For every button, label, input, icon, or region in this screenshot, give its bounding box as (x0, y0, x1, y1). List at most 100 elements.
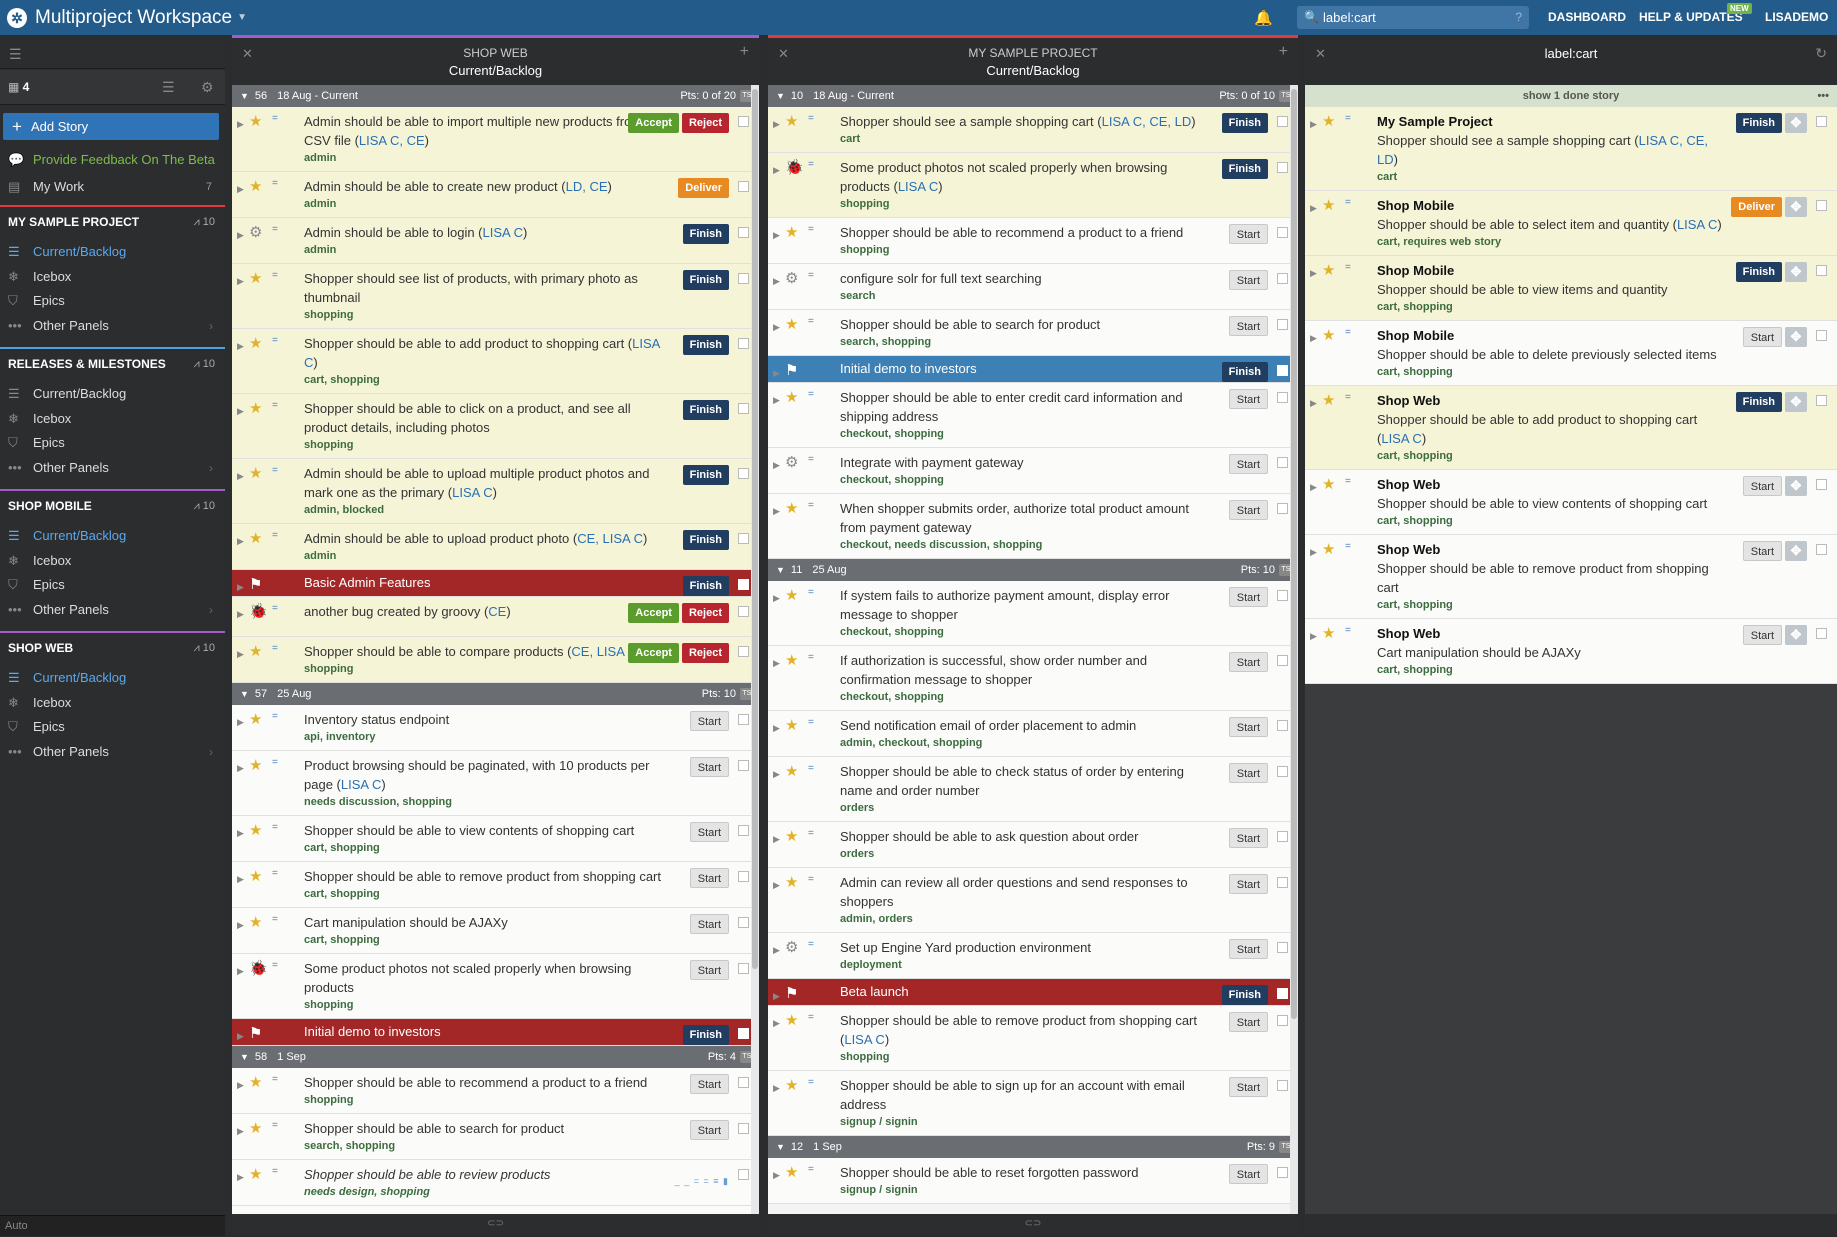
story-labels[interactable]: checkout, shopping (840, 473, 1298, 488)
notification-bell-icon[interactable]: 🔔 (1254, 9, 1273, 27)
select-checkbox[interactable] (1277, 503, 1288, 514)
collapse-icon[interactable]: ▼ (240, 91, 249, 101)
select-checkbox[interactable] (738, 963, 749, 974)
story-labels[interactable]: orders (840, 847, 1298, 862)
search-result-story[interactable]: ▶ ★ = Shop Mobile Shopper should be able to … (1305, 191, 1837, 256)
story-labels[interactable]: checkout, shopping (840, 427, 1298, 442)
story-owners[interactable]: LISA C (1677, 217, 1717, 232)
story-labels[interactable]: checkout, needs discussion, shopping (840, 538, 1298, 553)
move-icon[interactable]: ✥ (1785, 392, 1807, 412)
sidebar-item-epics[interactable]: ⛉ Epics (0, 573, 225, 597)
reject-button[interactable]: Reject (681, 643, 729, 663)
collapse-icon[interactable]: ▼ (776, 1142, 785, 1152)
expand-icon[interactable]: ▶ (1310, 264, 1317, 283)
move-icon[interactable]: ✥ (1785, 476, 1807, 496)
select-checkbox[interactable] (1277, 365, 1288, 376)
story-labels[interactable]: cart, shopping (1377, 449, 1837, 464)
select-checkbox[interactable] (738, 533, 749, 544)
finish-button[interactable]: Finish (682, 576, 729, 596)
sidebar-item-icebox[interactable]: ❄ Icebox (0, 691, 225, 715)
story-row[interactable]: ▶ ★ = Shopper should be able to click on a … (232, 394, 759, 459)
sidebar-item-other-panels[interactable]: ••• Other Panels › (0, 598, 225, 622)
story-labels[interactable]: cart, shopping (304, 933, 759, 948)
story-row[interactable]: ▶ 🐞 = Some product photos not scaled proper… (768, 153, 1298, 218)
story-labels[interactable]: signup / signin (840, 1183, 1298, 1198)
finish-button[interactable]: Finish (1735, 392, 1782, 412)
story-owners[interactable]: LISA C (483, 225, 523, 240)
workspace-title[interactable]: Multiproject Workspace (35, 7, 232, 29)
expand-icon[interactable]: ▶ (1310, 543, 1317, 562)
move-icon[interactable]: ✥ (1785, 262, 1807, 282)
sidebar-item-current-backlog[interactable]: ☰ Current/Backlog (0, 666, 225, 690)
story-row[interactable]: ▶ ⚙ = Set up Engine Yard production environ… (768, 933, 1298, 979)
sidebar-item-other-panels[interactable]: ••• Other Panels › (0, 740, 225, 764)
story-labels[interactable]: cart, shopping (1377, 663, 1837, 678)
expand-icon[interactable]: ▶ (237, 272, 244, 291)
feedback-link[interactable]: 💬 Provide Feedback On The Beta (0, 148, 225, 172)
story-labels[interactable]: cart, shopping (1377, 598, 1837, 613)
story-row[interactable]: ▶ ★ = Shopper should be able to remove prod… (768, 1006, 1298, 1071)
story-labels[interactable]: cart (840, 132, 1298, 147)
search-result-story[interactable]: ▶ ★ = Shop Web Cart manipulation should be A… (1305, 619, 1837, 684)
story-owners[interactable]: LD, CE (566, 179, 608, 194)
story-row[interactable]: ▶ ⚙ = configure solr for full text searchin… (768, 264, 1298, 310)
expand-icon[interactable]: ▶ (773, 876, 780, 895)
expand-icon[interactable]: ▶ (773, 1014, 780, 1033)
expand-icon[interactable]: ▶ (237, 1027, 244, 1046)
expand-icon[interactable]: ▶ (773, 456, 780, 475)
sidebar-project-header[interactable]: SHOP WEB ⩘ 10 (0, 631, 225, 661)
story-owners[interactable]: CE (488, 604, 506, 619)
start-button[interactable]: Start (1228, 389, 1268, 409)
select-checkbox[interactable] (1816, 116, 1827, 127)
story-row[interactable]: ▶ ★ = Admin should be able to upload produc… (232, 524, 759, 570)
select-checkbox[interactable] (738, 403, 749, 414)
finish-button[interactable]: Finish (682, 400, 729, 420)
user-menu[interactable]: LISADEMO (1765, 10, 1828, 24)
story-row[interactable]: ▶★=New!design_ _ = = ≡ ▮ (232, 1206, 759, 1214)
expand-icon[interactable]: ▶ (773, 1166, 780, 1185)
sidebar-item-epics[interactable]: ⛉ Epics (0, 715, 225, 739)
expand-icon[interactable]: ▶ (237, 337, 244, 356)
story-labels[interactable]: admin, checkout, shopping (840, 736, 1298, 751)
select-checkbox[interactable] (1277, 655, 1288, 666)
estimate-scale-icon[interactable]: _ _ = = ≡ ▮ (675, 1172, 729, 1191)
story-row[interactable]: ▶ ★ = Shopper should be able to view conten… (232, 816, 759, 862)
start-button[interactable]: Start (1228, 763, 1268, 783)
move-icon[interactable]: ✥ (1785, 625, 1807, 645)
expand-icon[interactable]: ▶ (237, 115, 244, 134)
select-checkbox[interactable] (1277, 273, 1288, 284)
expand-icon[interactable]: ▶ (237, 180, 244, 199)
expand-icon[interactable]: ▶ (237, 824, 244, 843)
expand-icon[interactable]: ▶ (773, 391, 780, 410)
expand-icon[interactable]: ▶ (237, 916, 244, 935)
search-result-story[interactable]: ▶ ★ = Shop Mobile Shopper should be able to … (1305, 321, 1837, 386)
start-button[interactable]: Start (1742, 541, 1782, 561)
expand-icon[interactable]: ▶ (773, 272, 780, 291)
start-button[interactable]: Start (689, 1120, 729, 1140)
expand-icon[interactable]: ▶ (1310, 329, 1317, 348)
story-labels[interactable]: cart, requires web story (1377, 235, 1837, 250)
iteration-header[interactable]: ▼ 10 18 Aug - Current Pts: 0 of 10 TS (768, 85, 1298, 107)
expand-icon[interactable]: ▶ (237, 645, 244, 664)
expand-icon[interactable]: ▶ (1310, 627, 1317, 646)
story-row[interactable]: ▶ ★ = Shopper should be able to compare pro… (232, 637, 759, 683)
start-button[interactable]: Start (1228, 939, 1268, 959)
finish-button[interactable]: Finish (1735, 262, 1782, 282)
story-labels[interactable]: orders (840, 801, 1298, 816)
story-row[interactable]: ▶ ⚙ = Integrate with payment gateway checkou… (768, 448, 1298, 494)
iteration-header[interactable]: ▼ 12 1 Sep Pts: 9 TS (768, 1136, 1298, 1158)
expand-icon[interactable]: ▶ (773, 987, 780, 1006)
expand-icon[interactable]: ▶ (773, 161, 780, 180)
accept-button[interactable]: Accept (628, 113, 679, 133)
refresh-icon[interactable]: ↻ (1815, 45, 1827, 62)
iteration-header[interactable]: ▼ 57 25 Aug Pts: 10 TS (232, 683, 759, 705)
finish-button[interactable]: Finish (682, 530, 729, 550)
hamburger-menu-icon[interactable]: ☰ (9, 46, 22, 63)
search-result-story[interactable]: ▶ ★ = Shop Web Shopper should be able to add… (1305, 386, 1837, 470)
start-button[interactable]: Start (689, 1074, 729, 1094)
story-labels[interactable]: deployment (840, 958, 1298, 973)
story-labels[interactable]: shopping (304, 1093, 759, 1108)
select-checkbox[interactable] (1277, 988, 1288, 999)
expand-icon[interactable]: ▶ (237, 1168, 244, 1187)
expand-icon[interactable]: ▶ (1310, 199, 1317, 218)
